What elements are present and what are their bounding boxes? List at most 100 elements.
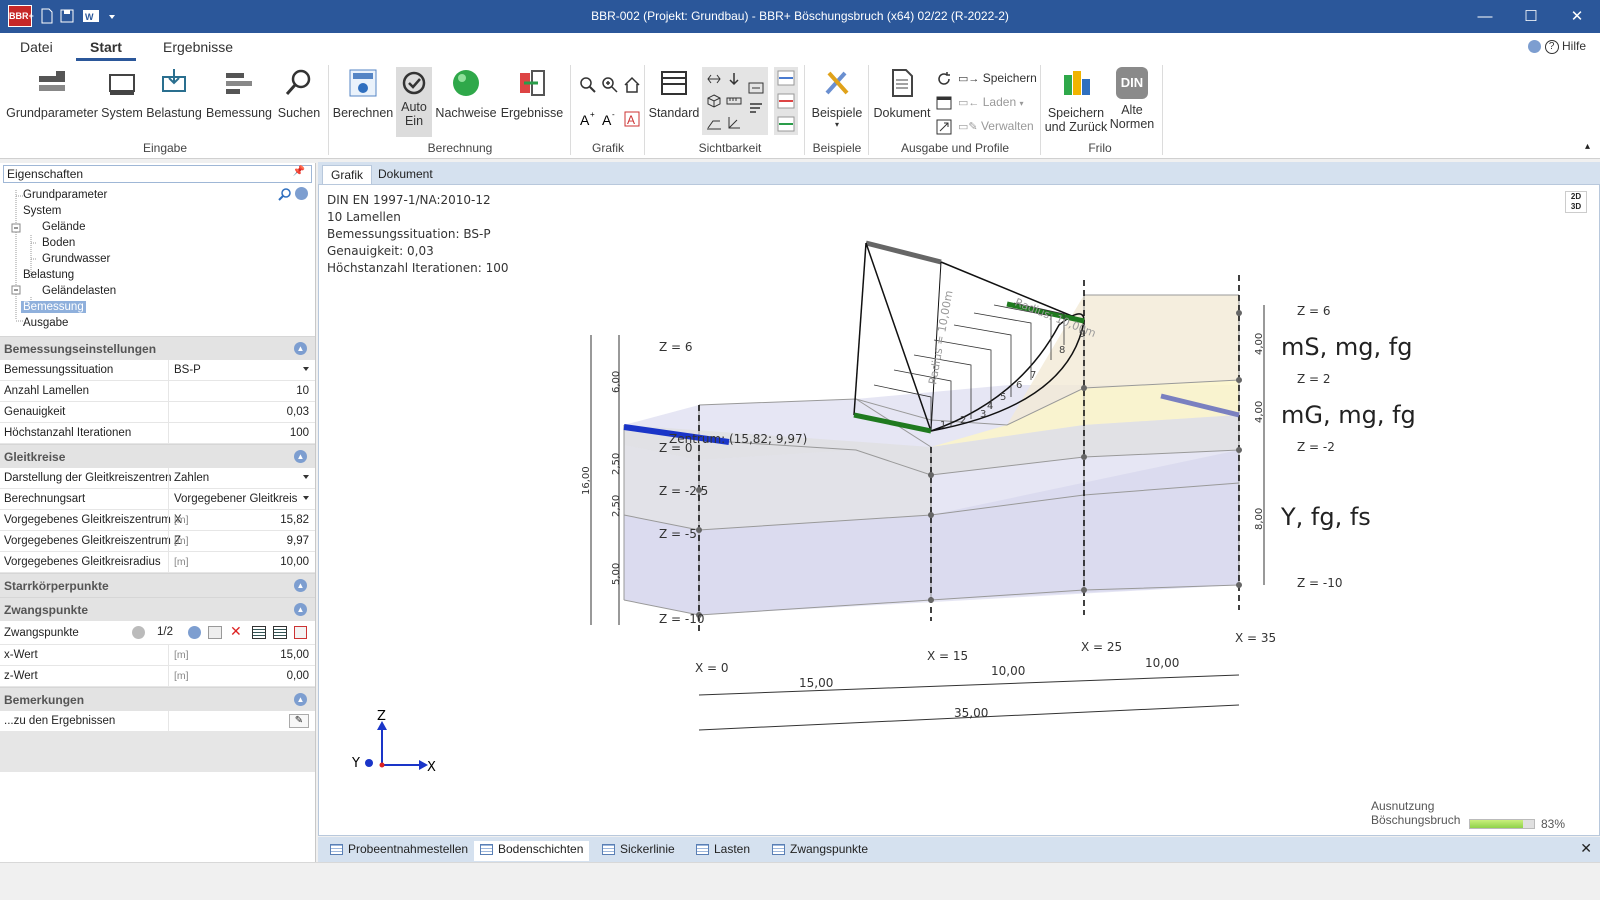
row-berechnungsart[interactable]: Berechnungsart Vorgegebener Gleitkreis [0,489,315,510]
verwalten-profile-button[interactable]: ▭✎ Verwalten [958,119,1034,133]
help-label[interactable]: Hilfe [1562,39,1586,53]
add-row-icon[interactable] [208,626,222,639]
layer-red-icon[interactable] [777,93,795,109]
tab-ergebnisse[interactable]: Ergebnisse [163,39,233,55]
table-icon[interactable] [252,626,266,639]
darstellung-select[interactable]: Zahlen [174,472,209,484]
axis-icon[interactable] [726,115,742,131]
lamellen-input[interactable]: 10 [296,385,309,397]
system-button[interactable]: System [101,67,143,120]
section-starrkoerperpunkte[interactable]: Starrkörperpunkte ▲ [0,573,315,597]
row-gleitkreis-z[interactable]: Vorgegebenes Gleitkreiszentrum Z [m] 9,97 [0,531,315,552]
tab-probeentnahmestellen[interactable]: Probeentnahmestellen [324,841,474,861]
tree-item-belastung[interactable]: Belastung [23,269,74,281]
tree-item-boden[interactable]: Boden [42,237,75,249]
window-icon[interactable] [936,95,952,111]
beispiele-button[interactable]: Beispiele ▾ [808,67,866,129]
situation-select[interactable]: BS-P [174,364,201,376]
font-smaller-icon[interactable]: A- [600,109,620,129]
row-z-wert[interactable]: z-Wert [m] 0,00 [0,666,315,687]
section-gleitkreise[interactable]: Gleitkreise ▲ [0,444,315,468]
refresh-icon[interactable] [936,71,952,87]
laden-profile-button[interactable]: ▭← Laden ▾ [958,95,1023,109]
font-larger-icon[interactable]: A + [578,109,598,129]
row-gleitkreis-x[interactable]: Vorgegebenes Gleitkreiszentrum X [m] 15,82 [0,510,315,531]
zoom-in-icon[interactable] [600,75,620,95]
row-genauigkeit[interactable]: Genauigkeit 0,03 [0,402,315,423]
expand-icon[interactable] [936,119,952,135]
tab-sickerlinie[interactable]: Sickerlinie [596,841,681,861]
prev-icon[interactable] [132,626,145,639]
grundparameter-button[interactable]: Grundparameter [6,67,98,120]
tab-datei[interactable]: Datei [20,39,53,55]
zoom-icon[interactable] [578,75,598,95]
section-zwangspunkte[interactable]: Zwangspunkte ▲ [0,597,315,621]
delete-icon[interactable]: ✕ [230,623,242,640]
tree-item-gelaendelasten[interactable]: Geländelasten [42,285,116,297]
section-bemerkungen[interactable]: Bemerkungen ▲ [0,687,315,711]
tab-bodenschichten[interactable]: Bodenschichten [474,841,590,861]
collapse-icon[interactable]: ▲ [294,603,307,616]
gleitkreis-radius-input[interactable]: 10,00 [280,556,309,568]
tree-item-gelaende[interactable]: Gelände [42,221,85,233]
suchen-button[interactable]: Suchen [276,67,322,120]
flip-icon[interactable] [706,71,722,87]
belastung-button[interactable]: Belastung [146,67,202,120]
pin-icon[interactable]: 📌 [293,166,305,177]
row-bemerkungen[interactable]: ...zu den Ergebnissen ✎ [0,711,315,732]
tab-grafik[interactable]: Grafik [322,165,373,184]
z-wert-input[interactable]: 0,00 [287,670,309,682]
tab-lasten[interactable]: Lasten [690,841,756,861]
ergebnisse-button[interactable]: Ergebnisse [500,67,564,120]
table-add-icon[interactable] [273,626,287,639]
chevron-down-icon[interactable] [303,496,309,500]
gleitkreis-z-input[interactable]: 9,97 [287,535,309,547]
row-darstellung[interactable]: Darstellung der Gleitkreiszentren Zahlen [0,468,315,489]
collapse-icon[interactable]: ▲ [294,579,307,592]
graphic-canvas[interactable]: DIN EN 1997-1/NA:2010-12 10 Lamellen Bem… [318,184,1600,836]
collapse-icon[interactable]: ▲ [294,342,307,355]
speichern-profile-button[interactable]: ▭→ Speichern [958,71,1037,85]
alte-normen-button[interactable]: DIN Alte Normen [1108,67,1156,131]
text-color-icon[interactable]: A [622,109,642,129]
next-icon[interactable] [188,626,201,639]
layer-green-icon[interactable] [777,116,795,132]
chevron-down-icon[interactable] [303,367,309,371]
tree-item-system[interactable]: System [23,205,61,217]
search-icon[interactable] [278,187,292,201]
bemessung-button[interactable]: Bemessung [205,67,273,120]
help-menu[interactable]: ? Hilfe [1528,39,1586,54]
dimension-icon[interactable] [748,81,764,95]
auto-ein-button[interactable]: Auto Ein [396,67,432,137]
clipboard-icon[interactable] [294,626,307,639]
tree-item-bemessung[interactable]: Bemessung [21,301,86,313]
berechnen-button[interactable]: Berechnen [332,67,394,120]
tab-zwangspunkte[interactable]: Zwangspunkte [766,841,874,861]
collapse-icon[interactable]: ▲ [294,693,307,706]
tree-item-grundparameter[interactable]: Grundparameter [23,189,107,201]
close-panel-icon[interactable]: ✕ [1580,840,1592,857]
collapse-tree-icon[interactable] [295,187,308,200]
collapse-ribbon-icon[interactable]: ▴ [1585,141,1590,152]
dokument-button[interactable]: Dokument [872,67,932,120]
iterationen-input[interactable]: 100 [290,427,309,439]
minimize-button[interactable]: — [1462,0,1508,33]
tree-item-ausgabe[interactable]: Ausgabe [23,317,68,329]
tab-start[interactable]: Start [76,39,136,61]
row-x-wert[interactable]: x-Wert [m] 15,00 [0,645,315,666]
help-icon[interactable]: ? [1544,39,1559,54]
tab-dokument[interactable]: Dokument [370,165,441,184]
tree-item-grundwasser[interactable]: Grundwasser [42,253,110,265]
speichern-zurueck-button[interactable]: Speichern und Zurück [1044,67,1108,134]
home-icon[interactable] [622,75,642,95]
gleitkreis-x-input[interactable]: 15,82 [280,514,309,526]
row-iterationen[interactable]: Höchstanzahl Iterationen 100 [0,423,315,444]
nachweise-button[interactable]: Nachweise [434,67,498,120]
row-bemessungssituation[interactable]: Bemessungssituation BS-P [0,360,315,381]
chevron-down-icon[interactable] [303,475,309,479]
genauigkeit-input[interactable]: 0,03 [287,406,309,418]
row-gleitkreis-radius[interactable]: Vorgegebenes Gleitkreisradius [m] 10,00 [0,552,315,573]
ruler-icon[interactable] [726,93,742,109]
collapse-icon[interactable]: ▲ [294,450,307,463]
edit-icon[interactable]: ✎ [289,714,309,728]
